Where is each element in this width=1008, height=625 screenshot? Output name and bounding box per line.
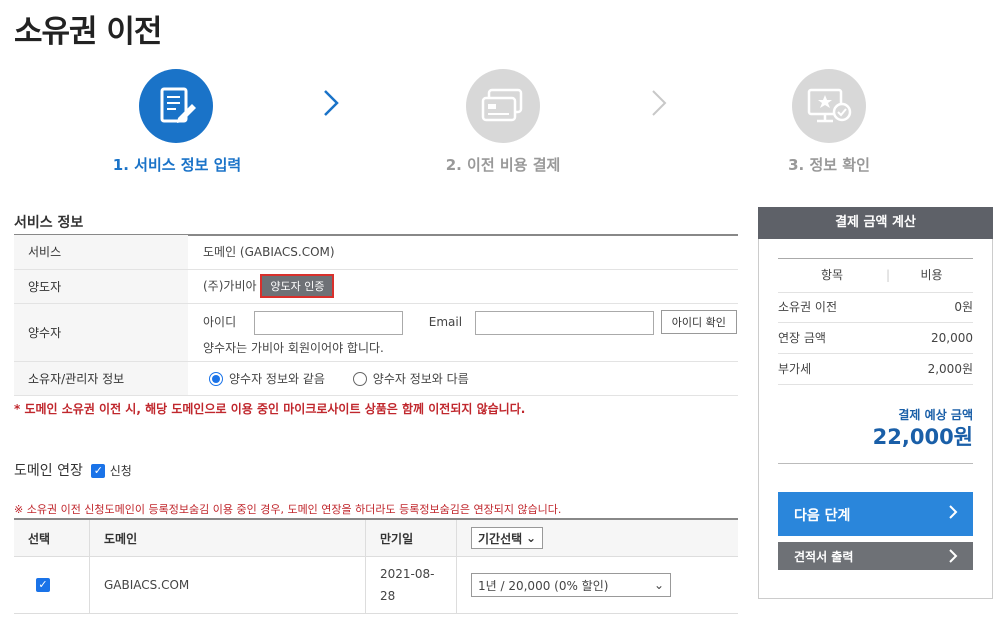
chevron-down-icon: ⌄ [525,531,536,545]
col-item: 항목 [820,268,844,282]
payment-item: 소유권 이전 0원 [778,292,973,323]
payment-panel-header: 결제 금액 계산 [758,207,993,239]
radio-same[interactable]: 양수자 정보와 같음 [209,372,329,386]
step-1-label: 1. 서비스 정보 입력 [112,156,242,174]
id-label: 아이디 [203,315,237,330]
transferee-id-input[interactable] [253,310,403,335]
row-checkbox[interactable]: ✓ [36,578,50,593]
step-3-circle [792,69,866,143]
step-2-circle [466,69,540,143]
row-label-transferee: 양수자 [14,303,188,362]
step-2-label: 2. 이전 비용 결제 [445,156,561,174]
monitor-check-icon [807,88,852,123]
col-cost: 비용 [920,268,943,282]
page-title: 소유권 이전 [14,14,162,50]
period-select[interactable]: 1년 / 20,000 (0% 할인) ⌄ [471,573,671,597]
email-label: Email [428,315,463,330]
payment-table-header: 항목 | 비용 [778,258,973,293]
privacy-warning: ※ 소유권 이전 신청도메인이 등록정보숨김 이용 중인 경우, 도메인 연장을… [14,503,562,516]
domain-extension-title: 도메인 연장 [14,463,83,479]
domain-extension-title-row: 도메인 연장 ✓ 신청 [14,460,132,480]
col-select: 선택 [14,518,90,557]
domain-name: GABIACS.COM [89,556,366,614]
payment-item: 부가세 2,000원 [778,354,973,385]
col-domain: 도메인 [89,518,366,557]
chevron-down-icon: ⌄ [653,578,664,592]
payment-item: 연장 금액 20,000 [778,323,973,354]
radio-different[interactable]: 양수자 정보와 다름 [352,372,469,386]
document-edit-icon [160,87,196,123]
radio-button-checked[interactable] [209,372,223,386]
table-row: ✓ GABIACS.COM 2021-08- 28 1년 / 20,000 (0… [14,556,738,614]
divider [778,463,973,464]
row-label-owner-manager: 소유자/관리자 정보 [14,361,188,396]
chevron-right-icon [322,88,340,125]
col-period: 기간선택 ⌄ [456,518,738,557]
transferor-auth-button[interactable]: 양도자 인증 [260,274,335,298]
transferee-email-input[interactable] [474,310,654,335]
chevron-right-icon [947,501,959,527]
step-3-label: 3. 정보 확인 [788,156,870,174]
extension-apply-checkbox[interactable]: ✓ [91,464,106,478]
row-label-transferor: 양도자 [14,269,188,304]
radio-button[interactable] [352,372,367,386]
chevron-right-icon [947,545,959,570]
period-header-select[interactable]: 기간선택 ⌄ [471,527,543,549]
credit-card-icon [481,88,523,122]
microsite-warning: * 도메인 소유권 이전 시, 해당 도메인으로 이용 중인 마이크로사이트 상… [14,402,526,416]
chevron-right-icon [650,88,668,125]
expected-amount-total: 22,000원 [872,425,973,449]
domain-table: 선택 도메인 만기일 기간선택 ⌄ ✓ GABIACS.COM 2021-08-… [14,518,738,614]
row-label-service: 서비스 [14,235,188,270]
service-info-table: 서비스 도메인 (GABIACS.COM) 양도자 (주)가비아 양도자 인증 … [14,235,738,396]
step-1-circle [139,69,213,143]
col-expiry: 만기일 [365,518,457,557]
next-step-button[interactable]: 다음 단계 [778,492,973,536]
expiry-date: 2021-08- 28 [365,556,457,614]
id-check-button[interactable]: 아이디 확인 [660,310,737,335]
print-quote-button[interactable]: 견적서 출력 [778,542,973,570]
section-title-service-info: 서비스 정보 [14,215,84,231]
extension-apply-label: 신청 [109,464,132,478]
transferee-note: 양수자는 가비아 회원이어야 합니다. [203,340,384,355]
transferor-value: (주)가비아 [203,279,257,293]
service-value: 도메인 (GABIACS.COM) [188,235,738,270]
